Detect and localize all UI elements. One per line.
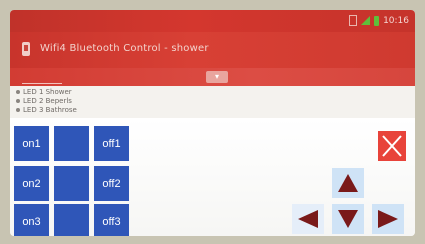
status-icons: 10:16 — [349, 15, 409, 26]
led-item: LED 2 Beperls — [16, 97, 72, 105]
device-field[interactable] — [22, 71, 62, 84]
action-bar: Wifi4 Bluetooth Control - shower — [10, 32, 415, 68]
up-button[interactable] — [332, 168, 364, 198]
down-button[interactable] — [332, 204, 364, 234]
left-button[interactable] — [292, 204, 324, 234]
led-dot-icon — [16, 99, 20, 103]
arrow-left-icon — [298, 210, 318, 228]
app-screen: 10:16 Wifi4 Bluetooth Control - shower ▾… — [10, 10, 415, 236]
on1-button[interactable]: on1 — [14, 126, 49, 161]
on2-button[interactable]: on2 — [14, 166, 49, 201]
led-label: LED 3 Bathrose — [23, 106, 77, 114]
connection-row: ▾ — [10, 68, 415, 86]
dropdown-button[interactable]: ▾ — [206, 71, 228, 83]
device-frame: 10:16 Wifi4 Bluetooth Control - shower ▾… — [0, 0, 425, 244]
led-item: LED 1 Shower — [16, 88, 72, 96]
app-icon — [22, 42, 30, 56]
battery-icon — [374, 15, 380, 26]
on3-button[interactable]: on3 — [14, 204, 49, 236]
right-button[interactable] — [372, 204, 404, 234]
sim-icon — [349, 15, 358, 26]
off3-button[interactable]: off3 — [94, 204, 129, 236]
arrow-right-icon — [378, 210, 398, 228]
app-title: Wifi4 Bluetooth Control - shower — [40, 43, 209, 54]
led-item: LED 3 Bathrose — [16, 106, 77, 114]
middle-button[interactable] — [54, 204, 89, 236]
close-button[interactable] — [378, 131, 406, 161]
arrow-down-icon — [338, 210, 358, 228]
status-bar: 10:16 — [10, 10, 415, 32]
led-dot-icon — [16, 90, 20, 94]
led-label: LED 2 Beperls — [23, 97, 72, 105]
led-list: LED 1 Shower LED 2 Beperls LED 3 Bathros… — [10, 86, 415, 118]
led-dot-icon — [16, 108, 20, 112]
off1-button[interactable]: off1 — [94, 126, 129, 161]
signal-icon — [361, 16, 371, 25]
middle-button[interactable] — [54, 126, 89, 161]
close-icon — [382, 135, 402, 157]
arrow-up-icon — [338, 174, 358, 192]
led-label: LED 1 Shower — [23, 88, 72, 96]
middle-button[interactable] — [54, 166, 89, 201]
off2-button[interactable]: off2 — [94, 166, 129, 201]
status-time: 10:16 — [383, 15, 409, 26]
